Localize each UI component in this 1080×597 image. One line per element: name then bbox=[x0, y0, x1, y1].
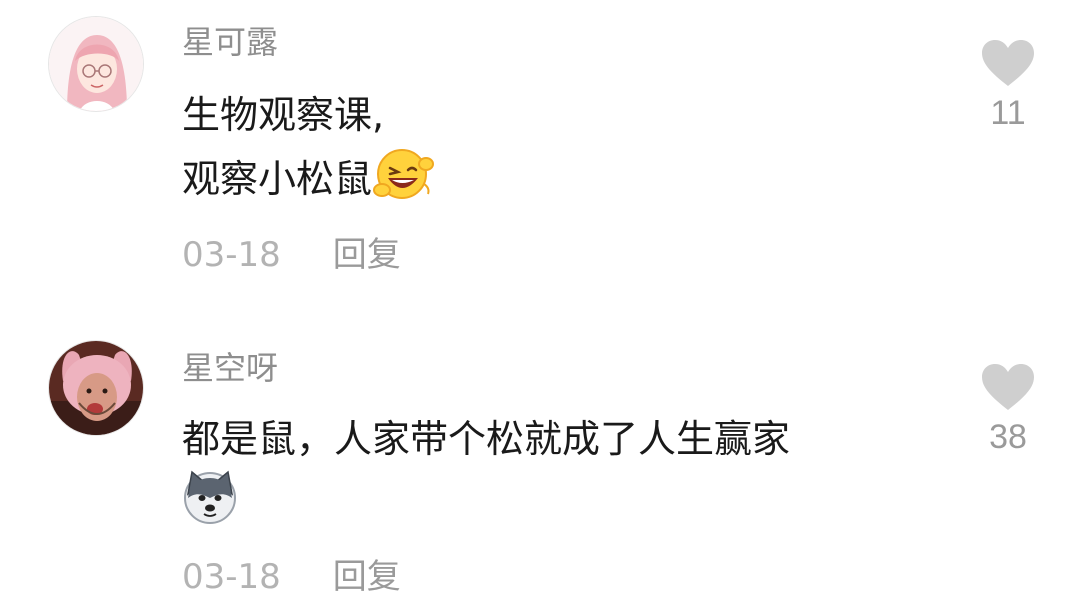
like-count: 11 bbox=[990, 94, 1026, 132]
comment-line-with-emoji bbox=[182, 468, 790, 540]
comment-line: 观察小松鼠 bbox=[182, 157, 373, 201]
username[interactable]: 星可露 bbox=[182, 26, 278, 58]
husky-dog-emoji-icon bbox=[182, 468, 238, 540]
comment-meta: 03-18 回复 bbox=[182, 560, 401, 594]
like-button[interactable]: 38 bbox=[968, 362, 1048, 454]
heart-icon[interactable] bbox=[980, 38, 1036, 88]
grin-wink-emoji-icon bbox=[372, 144, 436, 218]
username[interactable]: 星空呀 bbox=[182, 352, 278, 384]
comment-date: 03-18 bbox=[182, 557, 281, 597]
comment-text: 都是鼠，人家带个松就成了人生赢家 bbox=[182, 410, 790, 540]
like-button[interactable]: 11 bbox=[968, 38, 1048, 130]
reply-button[interactable]: 回复 bbox=[333, 557, 401, 597]
like-count: 38 bbox=[989, 418, 1027, 456]
reply-button[interactable]: 回复 bbox=[333, 235, 401, 275]
comment-date: 03-18 bbox=[182, 235, 281, 275]
heart-icon[interactable] bbox=[980, 362, 1036, 412]
comment-meta: 03-18 回复 bbox=[182, 238, 401, 272]
avatar[interactable] bbox=[48, 16, 144, 112]
avatar[interactable] bbox=[48, 340, 144, 436]
comment-text: 生物观察课, 观察小松鼠 bbox=[182, 86, 436, 218]
comment-line: 都是鼠，人家带个松就成了人生赢家 bbox=[182, 417, 791, 461]
comment-line: 生物观察课, bbox=[182, 93, 385, 137]
comment-line-with-emoji: 观察小松鼠 bbox=[182, 144, 436, 218]
